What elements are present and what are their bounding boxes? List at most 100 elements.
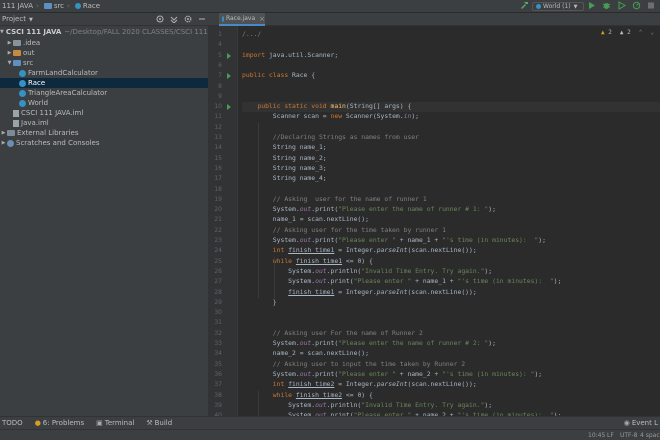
build-hammer-icon[interactable] [520,1,529,10]
code-line[interactable]: System.out.print("Please enter " + name_… [242,370,542,380]
code-line[interactable]: // Asking user for the name of runner 1 [242,195,427,205]
code-line[interactable]: public class Race { [242,71,315,81]
breadcrumb-src[interactable]: src [43,2,64,10]
chevron-down-icon: ▼ [0,29,4,35]
tree-node-out[interactable]: ▶ out [0,48,208,58]
line-number: 19 [214,195,222,203]
code-line[interactable]: String name_1; [242,143,327,153]
code-line[interactable]: int finish_time1 = Integer.parseInt(scan… [242,246,477,256]
stop-icon[interactable] [647,1,655,10]
code-line[interactable]: String name_4; [242,174,327,184]
profile-icon[interactable] [632,1,641,10]
tree-node-external-libraries[interactable]: ▶ External Libraries [0,128,208,138]
code-line[interactable]: System.out.print("Please enter " + name_… [242,277,561,287]
breadcrumb-project[interactable]: 111 JAVA [2,2,33,10]
line-number: 13 [214,134,222,141]
collapse-all-icon[interactable] [170,15,178,23]
code-token: // Asking user for the time taken by run… [272,225,446,234]
chevron-right-icon: ▶ [7,50,12,56]
tree-node-iml[interactable]: CSCI 111 JAVA.iml [0,108,208,118]
close-icon[interactable]: × [259,15,265,23]
build-button[interactable]: ⚒ Build [146,419,172,427]
tab-race-java[interactable]: Race.java × [219,13,265,26]
code-line[interactable]: //Declaring Strings as names from user [242,133,419,143]
code-line[interactable]: // Asking user for the time taken by run… [242,226,446,236]
code-line[interactable]: finish_time1 = Integer.parseInt(scan.nex… [242,288,477,298]
gear-icon[interactable] [184,15,192,23]
code-line[interactable]: while finish_time2 <= 0) { [242,391,373,401]
code-line[interactable]: name_1 = scan.nextLine(); [242,215,369,225]
chevron-down-icon[interactable]: ⌄ [650,29,654,36]
code-line[interactable]: System.out.print("Please enter the name … [242,205,496,215]
coverage-icon[interactable] [617,1,626,10]
file-encoding[interactable]: UTF-8 [620,432,638,439]
event-log-button[interactable]: ◉ Event L [624,419,658,427]
indent-guide [258,390,259,416]
class-icon [19,79,26,87]
run-gutter-icon[interactable] [227,52,231,59]
code-line[interactable]: Scanner scan = new Scanner(System.in); [242,112,419,122]
code-line[interactable]: // Asking user to input the time taken b… [242,360,465,370]
chevron-up-icon[interactable]: ⌃ [639,29,643,36]
project-view-select[interactable]: Project ▼ [2,15,33,23]
code-line[interactable]: System.out.print("Please enter the name … [242,339,496,349]
line-number: 16 [214,164,222,172]
tree-node-root[interactable]: ▼ CSCI 111 JAVA ~/Desktop/FALL 2020 CLAS… [0,27,208,37]
line-separator[interactable]: LF [607,432,614,439]
tree-node-idea[interactable]: ▶ .idea [0,38,208,48]
warning-count[interactable]: ▲ 2 [601,29,612,36]
run-gutter-icon[interactable] [227,73,231,80]
problems-button[interactable]: ● 6: Problems [35,419,84,427]
tree-node-class[interactable]: TriangleAreaCalculator [0,88,208,98]
tree-node-scratches[interactable]: ▶ Scratches and Consoles [0,138,208,148]
terminal-button[interactable]: ▣ Terminal [96,419,134,427]
breadcrumb-race[interactable]: Race [74,2,100,10]
code-line[interactable]: name_2 = scan.nextLine(); [242,349,369,359]
line-number: 7 [218,72,222,80]
code-token: .println( [326,400,362,409]
code-token: "'s time (in minutes): " [457,277,554,286]
tree-node-class[interactable]: Race [0,78,208,88]
code-line[interactable]: String name_3; [242,164,327,174]
code-token: import [242,50,266,59]
line-number: 31 [214,319,222,327]
debug-icon[interactable] [602,1,611,10]
code-line[interactable]: } [242,298,277,308]
code-line[interactable]: import java.util.Scanner; [242,51,338,61]
code-line[interactable]: /.../ [242,30,261,40]
code-line[interactable]: System.out.println("Invalid Time Entry. … [242,401,492,411]
line-number: 39 [214,401,222,409]
caret-position[interactable]: 10:45 [588,432,605,439]
line-number: 25 [214,257,222,265]
code-line[interactable]: System.out.println("Invalid Time Entry. … [242,267,492,277]
code-editor[interactable]: ▲ 2 ▲ 2 ⌃ ⌄ /.../ import java.util.Scanne… [238,26,660,416]
tree-node-class[interactable]: FarmLandCalculator [0,68,208,78]
indent-setting[interactable]: 4 spac [640,432,660,439]
code-line[interactable]: String name_2; [242,154,327,164]
todo-button[interactable]: TODO [2,419,23,427]
code-token: finish_time2 [288,380,335,389]
weak-warning-count[interactable]: ▲ 2 [620,29,631,36]
run-gutter-icon[interactable] [227,104,231,111]
code-line[interactable]: int finish_time2 = Integer.parseInt(scan… [242,380,477,390]
run-configuration-select[interactable]: World (1) ▼ [532,2,584,11]
editor-gutter[interactable]: 1 4 5 6 7 8 9 10 11 12 13 14 15 16 17 18 19 20 21 22 23 24 25 2… [208,26,252,440]
hide-icon[interactable] [198,15,206,23]
code-line[interactable]: while finish_time1 <= 0) { [242,257,373,267]
class-icon [74,3,81,9]
tree-node-class[interactable]: World [0,98,208,108]
inspection-widget[interactable]: ▲ 2 ▲ 2 ⌃ ⌄ [601,29,654,36]
code-line[interactable]: // Asking user For the name of Runner 2 [242,329,423,339]
code-token: new [330,112,343,121]
locate-icon[interactable] [156,15,164,23]
tree-node-src[interactable]: ▼ src [0,58,208,68]
tree-node-java-iml[interactable]: Java.iml [0,118,208,128]
code-token: (String[] args) { [345,102,412,111]
run-icon[interactable] [588,1,596,10]
indent-guide [258,122,259,298]
code-line[interactable]: System.out.print("Please enter " + name_… [242,236,546,246]
code-line[interactable]: public static void main(String[] args) { [242,102,660,113]
